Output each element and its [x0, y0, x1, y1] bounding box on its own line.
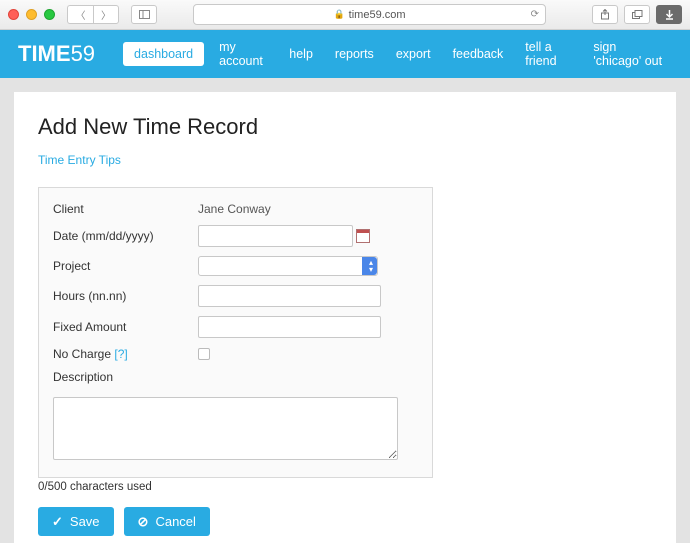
no-charge-checkbox[interactable]	[198, 348, 210, 360]
main-nav: dashboard my account help reports export…	[123, 35, 676, 73]
logo-text-right: 59	[71, 41, 95, 67]
nav-reports[interactable]: reports	[324, 42, 385, 66]
label-date: Date (mm/dd/yyyy)	[53, 229, 198, 243]
label-client: Client	[53, 202, 198, 216]
description-textarea[interactable]	[53, 397, 398, 460]
label-hours: Hours (nn.nn)	[53, 289, 198, 303]
nav-back-forward: 〈 〉	[67, 5, 119, 24]
forward-button[interactable]: 〉	[93, 5, 119, 24]
nav-help[interactable]: help	[278, 42, 324, 66]
window-controls	[8, 9, 55, 20]
label-description: Description	[53, 370, 198, 384]
nav-sign-out[interactable]: sign 'chicago' out	[582, 35, 676, 73]
label-fixed-amount: Fixed Amount	[53, 320, 198, 334]
calendar-icon[interactable]	[356, 229, 370, 243]
row-fixed-amount: Fixed Amount	[53, 316, 418, 338]
time-entry-tips-link[interactable]: Time Entry Tips	[38, 153, 121, 167]
minimize-window-button[interactable]	[26, 9, 37, 20]
tabs-icon[interactable]	[624, 5, 650, 24]
logo-text-left: TIME	[18, 41, 71, 67]
check-icon: ✓	[52, 514, 63, 530]
nav-feedback[interactable]: feedback	[442, 42, 515, 66]
sidebar-toggle-button[interactable]	[131, 5, 157, 24]
app-header: TIME59 dashboard my account help reports…	[0, 30, 690, 78]
nav-tell-a-friend[interactable]: tell a friend	[514, 35, 582, 73]
page-title: Add New Time Record	[38, 114, 652, 140]
share-icon[interactable]	[592, 5, 618, 24]
nav-export[interactable]: export	[385, 42, 442, 66]
cancel-icon: ⊘	[138, 514, 149, 530]
nav-dashboard[interactable]: dashboard	[123, 42, 204, 66]
logo[interactable]: TIME59	[18, 41, 95, 67]
hours-input[interactable]	[198, 285, 381, 307]
character-count: 0/500 characters used	[38, 481, 652, 493]
label-project: Project	[53, 259, 198, 273]
save-button-label: Save	[70, 514, 100, 529]
cancel-button[interactable]: ⊘ Cancel	[124, 507, 210, 536]
content-card: Add New Time Record Time Entry Tips Clie…	[14, 92, 676, 543]
lock-icon: 🔒	[333, 9, 344, 20]
row-hours: Hours (nn.nn)	[53, 285, 418, 307]
download-icon[interactable]	[656, 5, 682, 24]
date-input[interactable]	[198, 225, 353, 247]
value-client: Jane Conway	[198, 202, 271, 216]
nav-my-account[interactable]: my account	[208, 35, 278, 73]
chevron-updown-icon: ▴▾	[369, 259, 373, 273]
close-window-button[interactable]	[8, 9, 19, 20]
time-record-form: Client Jane Conway Date (mm/dd/yyyy) Pro…	[38, 187, 433, 478]
cancel-button-label: Cancel	[155, 514, 195, 529]
maximize-window-button[interactable]	[44, 9, 55, 20]
browser-toolbar: 〈 〉 🔒 time59.com ⟳	[0, 0, 690, 30]
no-charge-help-link[interactable]: [?]	[114, 347, 127, 361]
row-project: Project ▴▾	[53, 256, 418, 276]
address-bar[interactable]: 🔒 time59.com ⟳	[193, 4, 546, 25]
row-no-charge: No Charge [?]	[53, 347, 418, 361]
url-host: time59.com	[349, 9, 406, 21]
fixed-amount-input[interactable]	[198, 316, 381, 338]
form-buttons: ✓ Save ⊘ Cancel	[38, 507, 652, 536]
project-select[interactable]: ▴▾	[198, 256, 378, 276]
reload-icon[interactable]: ⟳	[531, 9, 539, 20]
label-no-charge-text: No Charge	[53, 347, 114, 361]
row-client: Client Jane Conway	[53, 202, 418, 216]
row-description: Description	[53, 370, 418, 384]
label-no-charge: No Charge [?]	[53, 347, 198, 361]
row-date: Date (mm/dd/yyyy)	[53, 225, 418, 247]
app-body: Add New Time Record Time Entry Tips Clie…	[0, 78, 690, 543]
save-button[interactable]: ✓ Save	[38, 507, 114, 536]
back-button[interactable]: 〈	[67, 5, 93, 24]
browser-right-controls	[592, 5, 682, 24]
